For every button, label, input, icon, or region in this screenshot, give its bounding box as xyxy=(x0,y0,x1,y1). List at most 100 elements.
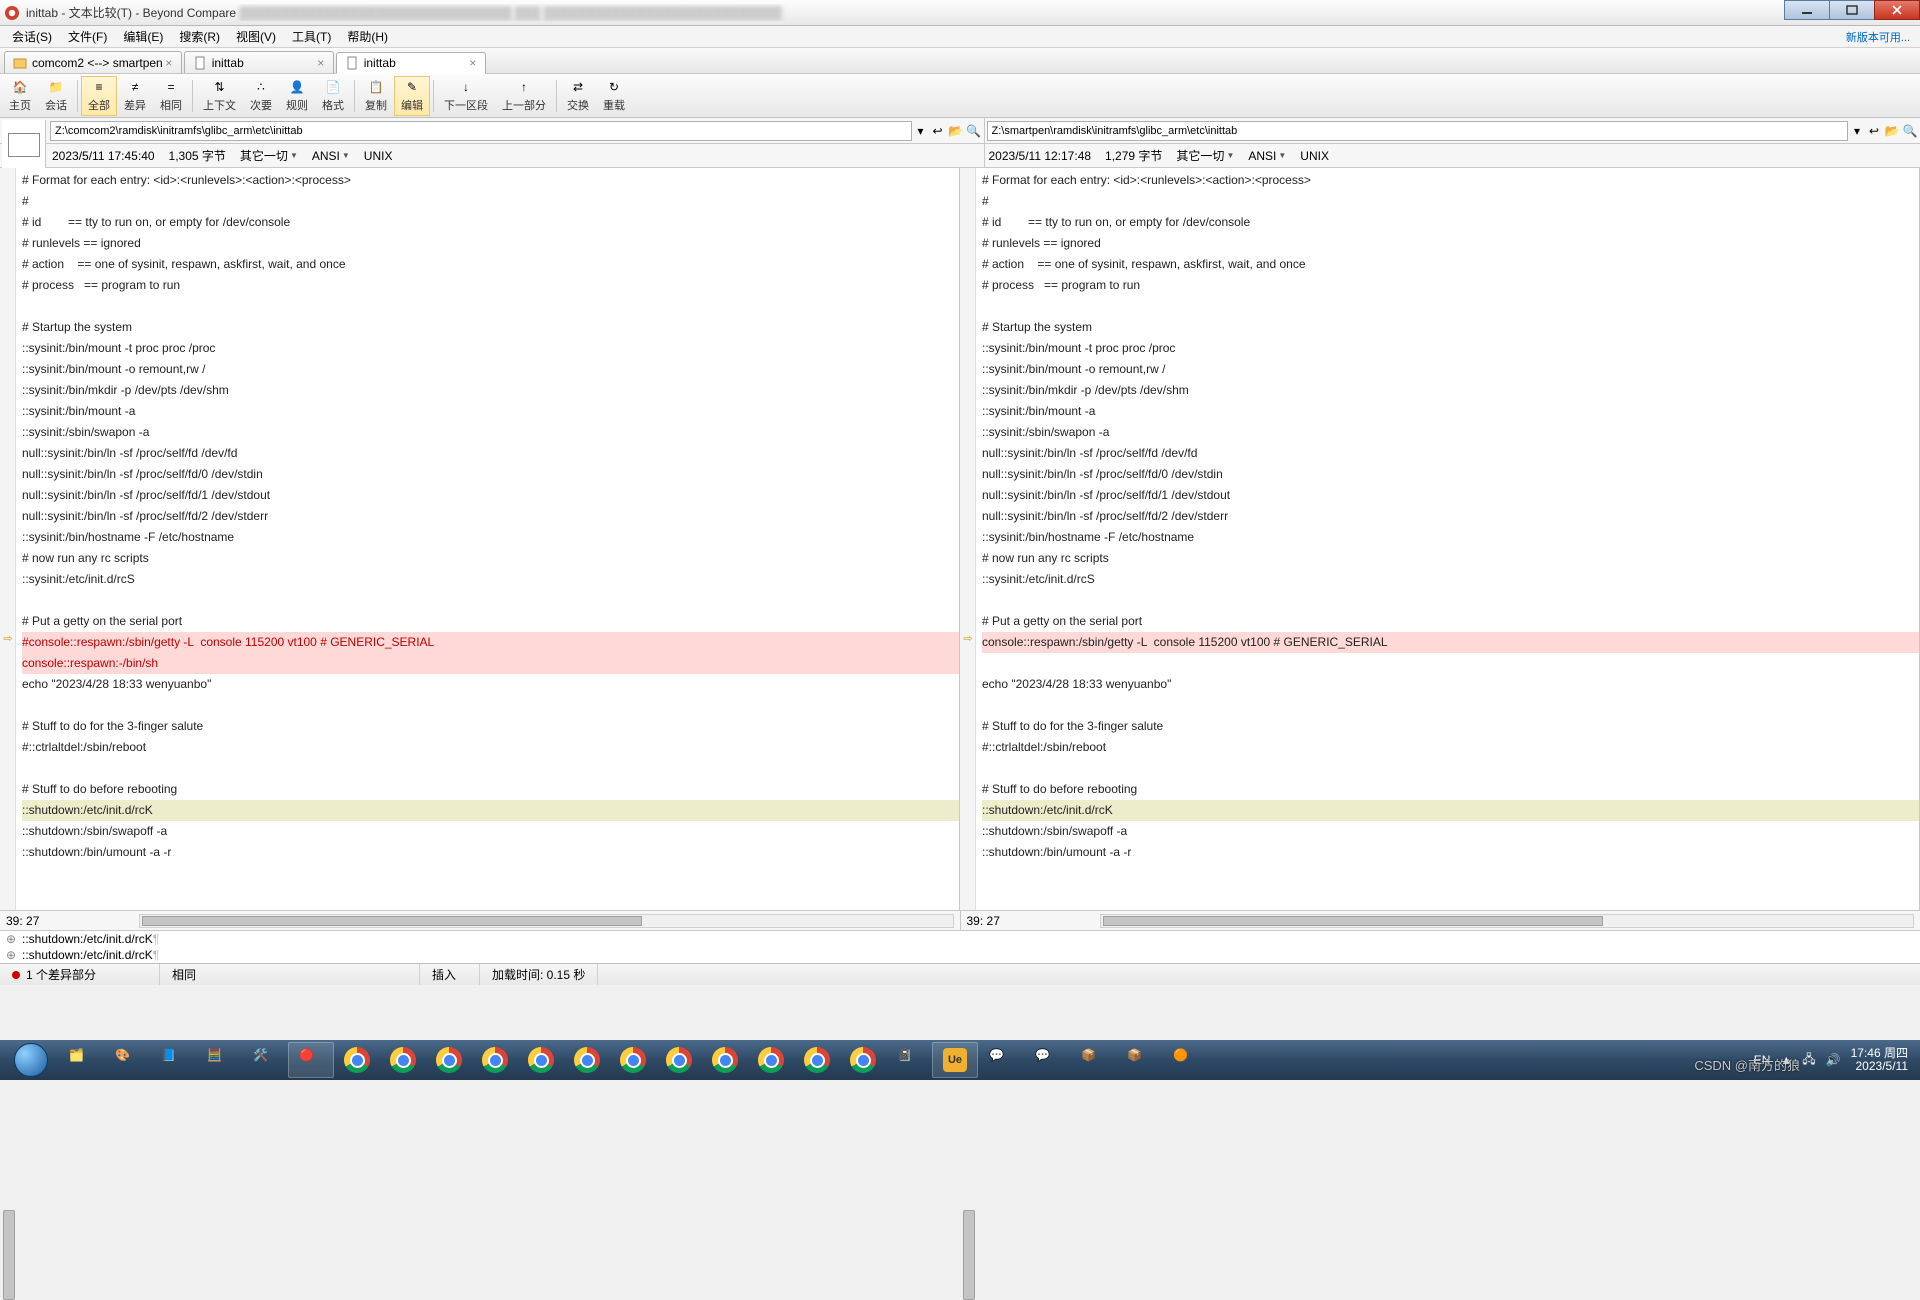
code-line[interactable]: ::shutdown:/bin/umount -a -r xyxy=(982,842,1919,863)
code-line[interactable]: ::sysinit:/bin/hostname -F /etc/hostname xyxy=(22,527,959,548)
left-code[interactable]: # Format for each entry: <id>:<runlevels… xyxy=(16,168,959,910)
code-line[interactable]: # Stuff to do for the 3-finger salute xyxy=(22,716,959,737)
code-line[interactable] xyxy=(982,296,1919,317)
start-button[interactable] xyxy=(4,1040,58,1080)
code-line[interactable]: echo "2023/4/28 18:33 wenyuanbo" xyxy=(982,674,1919,695)
code-line[interactable]: ::sysinit:/bin/mount -o remount,rw / xyxy=(982,359,1919,380)
code-line[interactable]: # Startup the system xyxy=(22,317,959,338)
path-back-icon[interactable]: ↩ xyxy=(1866,123,1882,139)
tb-minor[interactable]: ∴次要 xyxy=(243,76,279,116)
code-line[interactable]: # action == one of sysinit, respawn, ask… xyxy=(22,254,959,275)
code-line[interactable] xyxy=(982,758,1919,779)
code-line[interactable]: ::shutdown:/sbin/swapoff -a xyxy=(982,821,1919,842)
code-line[interactable] xyxy=(982,590,1919,611)
code-line[interactable]: ::sysinit:/bin/mount -o remount,rw / xyxy=(22,359,959,380)
code-line[interactable]: # Put a getty on the serial port xyxy=(22,611,959,632)
code-line[interactable]: ::sysinit:/bin/mount -a xyxy=(982,401,1919,422)
code-line[interactable]: ::shutdown:/etc/init.d/rcK xyxy=(22,800,959,821)
ime-indicator[interactable]: EN xyxy=(1754,1053,1771,1067)
tray-network-icon[interactable]: 🖧 xyxy=(1802,1050,1815,1071)
code-line[interactable]: ::sysinit:/bin/mount -a xyxy=(22,401,959,422)
taskbar-app4[interactable]: 📦 xyxy=(1116,1042,1162,1078)
code-line[interactable]: console::respawn:-/bin/sh xyxy=(22,653,959,674)
right-path-input[interactable] xyxy=(987,121,1849,141)
taskbar-wechat[interactable]: 💬 xyxy=(978,1042,1024,1078)
code-line[interactable]: null::sysinit:/bin/ln -sf /proc/self/fd/… xyxy=(22,464,959,485)
taskbar-chrome[interactable] xyxy=(840,1042,886,1078)
taskbar-chrome[interactable] xyxy=(518,1042,564,1078)
open-folder-icon[interactable]: 📂 xyxy=(948,123,964,139)
taskbar-ultraedit[interactable]: Ue xyxy=(932,1042,978,1078)
menu-session[interactable]: 会话(S) xyxy=(4,26,60,47)
tb-context[interactable]: ⇅上下文 xyxy=(196,76,243,116)
code-line[interactable]: # process == program to run xyxy=(22,275,959,296)
right-hscroll[interactable] xyxy=(1100,914,1914,928)
tab-close-icon[interactable]: × xyxy=(467,57,479,69)
code-line[interactable]: ::shutdown:/bin/umount -a -r xyxy=(22,842,959,863)
taskbar-chrome[interactable] xyxy=(334,1042,380,1078)
tray-volume-icon[interactable]: 🔊 xyxy=(1826,1053,1841,1067)
code-line[interactable]: # Stuff to do before rebooting xyxy=(22,779,959,800)
taskbar-chrome[interactable] xyxy=(380,1042,426,1078)
taskbar-explorer[interactable]: 🗂️ xyxy=(58,1042,104,1078)
overview-thumbnail[interactable] xyxy=(2,120,46,170)
taskbar-wechat[interactable]: 💬 xyxy=(1024,1042,1070,1078)
session-tab[interactable]: comcom2 <--> smartpen × xyxy=(4,51,182,73)
code-line[interactable]: ::sysinit:/bin/mkdir -p /dev/pts /dev/sh… xyxy=(22,380,959,401)
taskbar-notepad[interactable]: 📓 xyxy=(886,1042,932,1078)
taskbar-chrome[interactable] xyxy=(748,1042,794,1078)
code-line[interactable]: # xyxy=(982,191,1919,212)
path-back-icon[interactable]: ↩ xyxy=(930,123,946,139)
code-line[interactable]: null::sysinit:/bin/ln -sf /proc/self/fd/… xyxy=(982,464,1919,485)
menu-edit[interactable]: 编辑(E) xyxy=(115,26,171,47)
code-line[interactable]: ::sysinit:/etc/init.d/rcS xyxy=(982,569,1919,590)
tb-edit[interactable]: ✎编辑 xyxy=(394,76,430,116)
taskbar-paint[interactable]: 🎨 xyxy=(104,1042,150,1078)
taskbar-chrome[interactable] xyxy=(656,1042,702,1078)
tb-next-section[interactable]: ↓下一区段 xyxy=(437,76,495,116)
code-line[interactable]: # action == one of sysinit, respawn, ask… xyxy=(982,254,1919,275)
path-dropdown-icon[interactable]: ▾ xyxy=(914,124,928,138)
code-line[interactable]: # Startup the system xyxy=(982,317,1919,338)
right-code[interactable]: # Format for each entry: <id>:<runlevels… xyxy=(976,168,1919,910)
taskbar-chrome[interactable] xyxy=(610,1042,656,1078)
system-tray[interactable]: EN ▲ 🖧 🔊 17:46 周四2023/5/11 xyxy=(1746,1047,1916,1073)
tb-prev-section[interactable]: ↑上一部分 xyxy=(495,76,553,116)
code-line[interactable]: # id == tty to run on, or empty for /dev… xyxy=(982,212,1919,233)
code-line[interactable]: null::sysinit:/bin/ln -sf /proc/self/fd/… xyxy=(22,506,959,527)
tb-swap[interactable]: ⇄交换 xyxy=(560,76,596,116)
code-line[interactable]: # id == tty to run on, or empty for /dev… xyxy=(22,212,959,233)
code-line[interactable]: null::sysinit:/bin/ln -sf /proc/self/fd/… xyxy=(982,506,1919,527)
right-encoding-combo[interactable]: ANSI▼ xyxy=(1248,149,1286,163)
maximize-button[interactable] xyxy=(1829,0,1875,20)
tb-rules[interactable]: 👤规则 xyxy=(279,76,315,116)
code-line[interactable] xyxy=(22,758,959,779)
tb-same[interactable]: =相同 xyxy=(153,76,189,116)
code-line[interactable]: ::shutdown:/sbin/swapoff -a xyxy=(22,821,959,842)
code-line[interactable] xyxy=(982,695,1919,716)
code-line[interactable]: ::sysinit:/sbin/swapon -a xyxy=(982,422,1919,443)
tray-clock[interactable]: 17:46 周四2023/5/11 xyxy=(1851,1047,1908,1073)
browse-icon[interactable]: 🔍 xyxy=(966,123,982,139)
menu-view[interactable]: 视图(V) xyxy=(228,26,284,47)
code-line[interactable]: null::sysinit:/bin/ln -sf /proc/self/fd … xyxy=(22,443,959,464)
updates-link[interactable]: 新版本可用... xyxy=(1846,29,1916,45)
tb-home[interactable]: 🏠主页 xyxy=(2,76,38,116)
code-line[interactable]: # now run any rc scripts xyxy=(982,548,1919,569)
session-tab[interactable]: inittab × xyxy=(184,51,334,73)
browse-icon[interactable]: 🔍 xyxy=(1902,123,1918,139)
taskbar-chrome[interactable] xyxy=(426,1042,472,1078)
code-line[interactable] xyxy=(982,653,1919,674)
code-line[interactable]: ::shutdown:/etc/init.d/rcK xyxy=(982,800,1919,821)
code-line[interactable]: ::sysinit:/bin/hostname -F /etc/hostname xyxy=(982,527,1919,548)
taskbar-app[interactable]: 📘 xyxy=(150,1042,196,1078)
session-tab[interactable]: inittab × xyxy=(336,52,486,74)
code-line[interactable] xyxy=(22,590,959,611)
menu-search[interactable]: 搜索(R) xyxy=(171,26,228,47)
code-line[interactable]: ::sysinit:/sbin/swapon -a xyxy=(22,422,959,443)
menu-tools[interactable]: 工具(T) xyxy=(284,26,339,47)
left-encoding-combo[interactable]: ANSI▼ xyxy=(312,149,350,163)
taskbar-app2[interactable]: 🛠️ xyxy=(242,1042,288,1078)
tab-close-icon[interactable]: × xyxy=(163,57,175,69)
code-line[interactable]: # Format for each entry: <id>:<runlevels… xyxy=(22,170,959,191)
